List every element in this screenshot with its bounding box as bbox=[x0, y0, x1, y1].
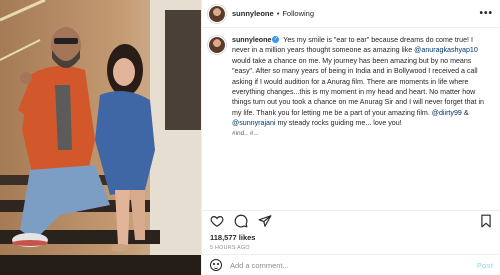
caption-avatar[interactable] bbox=[208, 36, 226, 54]
share-icon[interactable] bbox=[258, 214, 272, 228]
photo-illustration bbox=[0, 0, 201, 275]
comment-icon[interactable] bbox=[234, 214, 248, 228]
mention-anuragkashyap10[interactable]: @anuragkashyap10 bbox=[414, 46, 478, 54]
caption-part-4: my steady rocks guiding me... love you! bbox=[275, 119, 402, 128]
caption-section: sunnyleone ✓ Yes my smile is "ear to ear"… bbox=[202, 29, 500, 172]
more-options-icon[interactable]: ••• bbox=[479, 8, 493, 19]
post-button[interactable]: Post bbox=[477, 261, 493, 270]
comment-input[interactable] bbox=[230, 260, 460, 270]
caption-truncated-line: #ind.. #... bbox=[232, 129, 259, 137]
post-header: sunnyleone • Following ••• bbox=[202, 0, 500, 28]
likes-count[interactable]: 118,577 likes bbox=[210, 233, 255, 242]
mention-sunnyrajani[interactable]: @sunnyrajani bbox=[232, 119, 275, 127]
caption-text: sunnyleone ✓ Yes my smile is "ear to ear"… bbox=[232, 35, 490, 172]
emoji-icon[interactable] bbox=[210, 259, 222, 271]
comment-bar: Post bbox=[202, 254, 500, 275]
follow-status-button[interactable]: Following bbox=[282, 9, 314, 18]
avatar[interactable] bbox=[208, 4, 226, 23]
caption-username[interactable]: sunnyleone bbox=[232, 36, 271, 44]
caption-part-3: & bbox=[461, 108, 469, 117]
caption-part-2: would take a chance on me. My journey ha… bbox=[232, 56, 484, 117]
bookmark-icon[interactable] bbox=[479, 214, 493, 228]
header-separator: • bbox=[276, 9, 280, 18]
heart-icon[interactable] bbox=[210, 214, 224, 228]
mention-diirty99[interactable]: @diirty99 bbox=[432, 109, 462, 117]
header-username[interactable]: sunnyleone bbox=[232, 9, 274, 18]
post-timestamp[interactable]: 5 HOURS AGO bbox=[210, 245, 250, 251]
post-details-panel: sunnyleone • Following ••• sunnyleone ✓ Y… bbox=[201, 0, 500, 275]
verified-badge-icon: ✓ bbox=[272, 36, 280, 44]
post-photo[interactable] bbox=[0, 0, 201, 275]
action-bar bbox=[202, 210, 500, 230]
